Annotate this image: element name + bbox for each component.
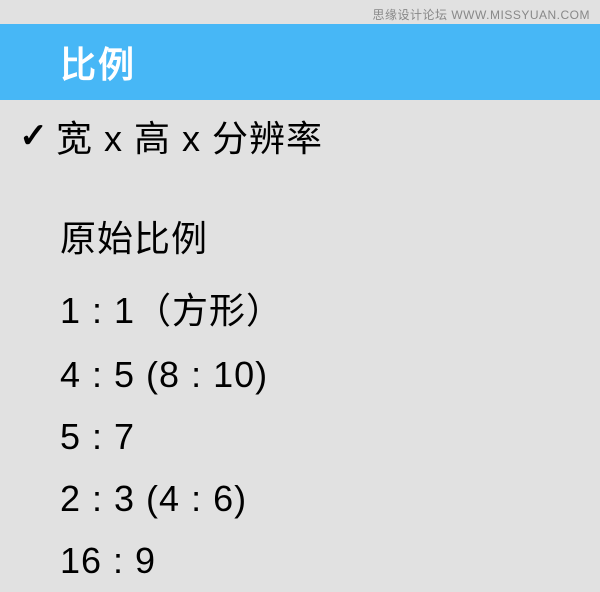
menu-item-5-7[interactable]: 5 : 7 [0, 406, 600, 468]
ratio-menu: 比例 ✓ 宽 x 高 x 分辨率 原始比例 1 : 1（方形） 4 : 5 (8… [0, 0, 600, 592]
menu-item-label: 16 : 9 [60, 540, 600, 582]
watermark-text: 思缘设计论坛 WWW.MISSYUAN.COM [373, 6, 591, 23]
menu-item-16-9[interactable]: 16 : 9 [0, 530, 600, 592]
menu-item-4-5[interactable]: 4 : 5 (8 : 10) [0, 344, 600, 406]
menu-item-label: 4 : 5 (8 : 10) [60, 354, 600, 396]
menu-item-label: 5 : 7 [60, 416, 600, 458]
menu-item-label: 宽 x 高 x 分辨率 [56, 110, 600, 162]
menu-item-original-ratio[interactable]: 原始比例 [0, 200, 600, 272]
menu-item-label: 原始比例 [60, 210, 600, 262]
menu-item-1-1-square[interactable]: 1 : 1（方形） [0, 272, 600, 344]
check-icon: ✓ [12, 116, 56, 156]
menu-item-label: 1 : 1（方形） [60, 282, 600, 334]
menu-item-label: 2 : 3 (4 : 6) [60, 478, 600, 520]
menu-item-2-3[interactable]: 2 : 3 (4 : 6) [0, 468, 600, 530]
menu-item-width-height-resolution[interactable]: ✓ 宽 x 高 x 分辨率 [0, 100, 600, 172]
menu-divider [0, 172, 600, 200]
menu-header-ratio[interactable]: 比例 [0, 24, 600, 100]
